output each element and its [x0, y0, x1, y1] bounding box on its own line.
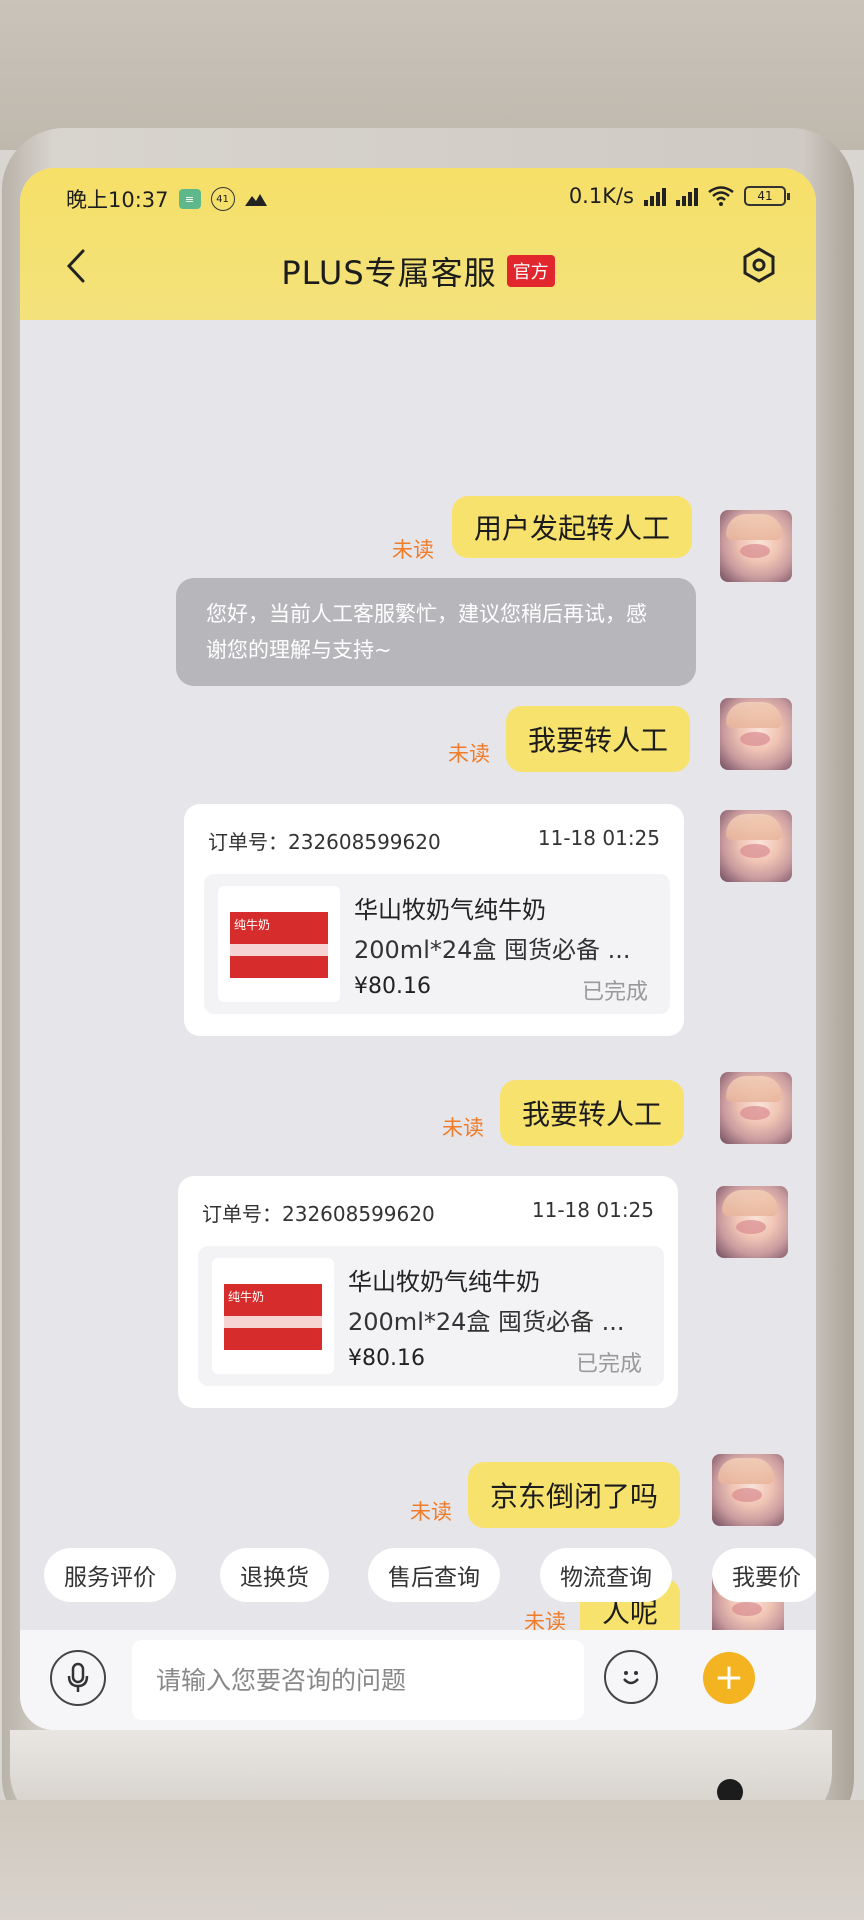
unread-label: 未读 [410, 1500, 452, 1524]
product-description: 200ml*24盒 囤货必备 ... [354, 936, 631, 964]
chat-area[interactable]: 未读 用户发起转人工 您好，当前人工客服繁忙，建议您稍后再试，感谢您的理解与支持… [20, 320, 816, 1644]
status-bar: 晚上10:37 ≡ 41 0.1K/s 41 [20, 168, 816, 226]
order-number: 订单号：232608599620 [208, 830, 441, 854]
product-price: ¥80.16 [354, 974, 431, 999]
product-image [212, 1258, 334, 1374]
user-avatar[interactable] [720, 1072, 792, 1144]
product-image [218, 886, 340, 1002]
user-message-bubble[interactable]: 京东倒闭了吗 [468, 1462, 681, 1528]
order-status: 已完成 [575, 1352, 642, 1377]
battery-icon: 41 [744, 186, 790, 206]
microphone-icon [67, 1662, 89, 1692]
order-time: 11-18 01:25 [531, 1198, 654, 1222]
voice-button[interactable] [50, 1650, 106, 1706]
message-input[interactable] [132, 1640, 584, 1720]
unread-label: 未读 [392, 538, 434, 562]
order-product[interactable]: 华山牧奶气纯牛奶 200ml*24盒 囤货必备 ... ¥80.16 已完成 [204, 874, 670, 1014]
settings-hexagon-icon [743, 247, 775, 283]
chat-header: 晚上10:37 ≡ 41 0.1K/s 41 PLUS专属客服 官方 [20, 168, 816, 320]
order-number: 订单号：232608599620 [202, 1202, 435, 1226]
order-card-header: 订单号：232608599620 11-18 01:25 [202, 1198, 654, 1227]
product-name: 华山牧奶气纯牛奶 [348, 1268, 540, 1296]
network-speed: 0.1K/s [568, 184, 634, 208]
notification-count-icon: 41 [210, 187, 235, 211]
status-left: 晚上10:37 ≡ 41 [66, 184, 267, 214]
order-card[interactable]: 订单号：232608599620 11-18 01:25 华山牧奶气纯牛奶 20… [184, 804, 684, 1036]
order-card[interactable]: 订单号：232608599620 11-18 01:25 华山牧奶气纯牛奶 20… [178, 1176, 678, 1408]
official-badge: 官方 [506, 255, 555, 287]
user-message-bubble[interactable]: 我要转人工 [506, 706, 691, 772]
user-message-bubble[interactable]: 用户发起转人工 [452, 496, 693, 558]
app-notification-icon: ≡ [178, 189, 201, 209]
quick-action-logistics[interactable]: 物流查询 [540, 1548, 672, 1602]
input-bar: + [20, 1630, 816, 1730]
settings-button[interactable] [734, 240, 784, 290]
product-price: ¥80.16 [348, 1346, 425, 1371]
order-card-header: 订单号：232608599620 11-18 01:25 [208, 826, 660, 855]
status-right: 0.1K/s 41 [568, 184, 790, 208]
page-title: PLUS专属客服 [281, 254, 497, 292]
quick-actions: 服务评价 退换货 售后查询 物流查询 我要价 [20, 1548, 816, 1608]
user-message-bubble[interactable]: 我要转人工 [500, 1080, 685, 1146]
order-product[interactable]: 华山牧奶气纯牛奶 200ml*24盒 囤货必备 ... ¥80.16 已完成 [198, 1246, 664, 1386]
product-name: 华山牧奶气纯牛奶 [354, 896, 546, 924]
agent-message-bubble[interactable]: 您好，当前人工客服繁忙，建议您稍后再试，感谢您的理解与支持~ [176, 578, 696, 686]
quick-action-after-sales[interactable]: 售后查询 [368, 1548, 500, 1602]
unread-label: 未读 [448, 742, 490, 766]
quick-action-return-exchange[interactable]: 退换货 [220, 1548, 329, 1602]
title-group: PLUS专属客服 官方 [20, 248, 816, 294]
user-avatar[interactable] [716, 1186, 788, 1258]
plus-button[interactable]: + [703, 1652, 755, 1704]
user-avatar[interactable] [720, 510, 792, 582]
photo-background-bottom [0, 1800, 864, 1920]
quick-action-more[interactable]: 我要价 [712, 1548, 816, 1602]
wifi-icon [708, 185, 734, 207]
signal-2-icon [676, 186, 698, 206]
user-avatar[interactable] [720, 698, 792, 770]
product-description: 200ml*24盒 囤货必备 ... [348, 1308, 625, 1336]
mountain-icon [244, 188, 267, 210]
user-avatar[interactable] [712, 1454, 784, 1526]
order-status: 已完成 [581, 980, 648, 1005]
quick-action-service-rating[interactable]: 服务评价 [44, 1548, 176, 1602]
plus-icon: + [713, 1657, 745, 1698]
user-avatar[interactable] [720, 810, 792, 882]
emoji-button[interactable] [604, 1650, 658, 1704]
unread-label: 未读 [442, 1116, 484, 1140]
phone-screen: 晚上10:37 ≡ 41 0.1K/s 41 PLUS专属客服 官方 未读 用户… [20, 168, 816, 1730]
order-time: 11-18 01:25 [537, 826, 660, 850]
smiley-icon [623, 1671, 639, 1685]
status-time: 晚上10:37 [66, 188, 169, 212]
signal-icon [644, 186, 666, 206]
